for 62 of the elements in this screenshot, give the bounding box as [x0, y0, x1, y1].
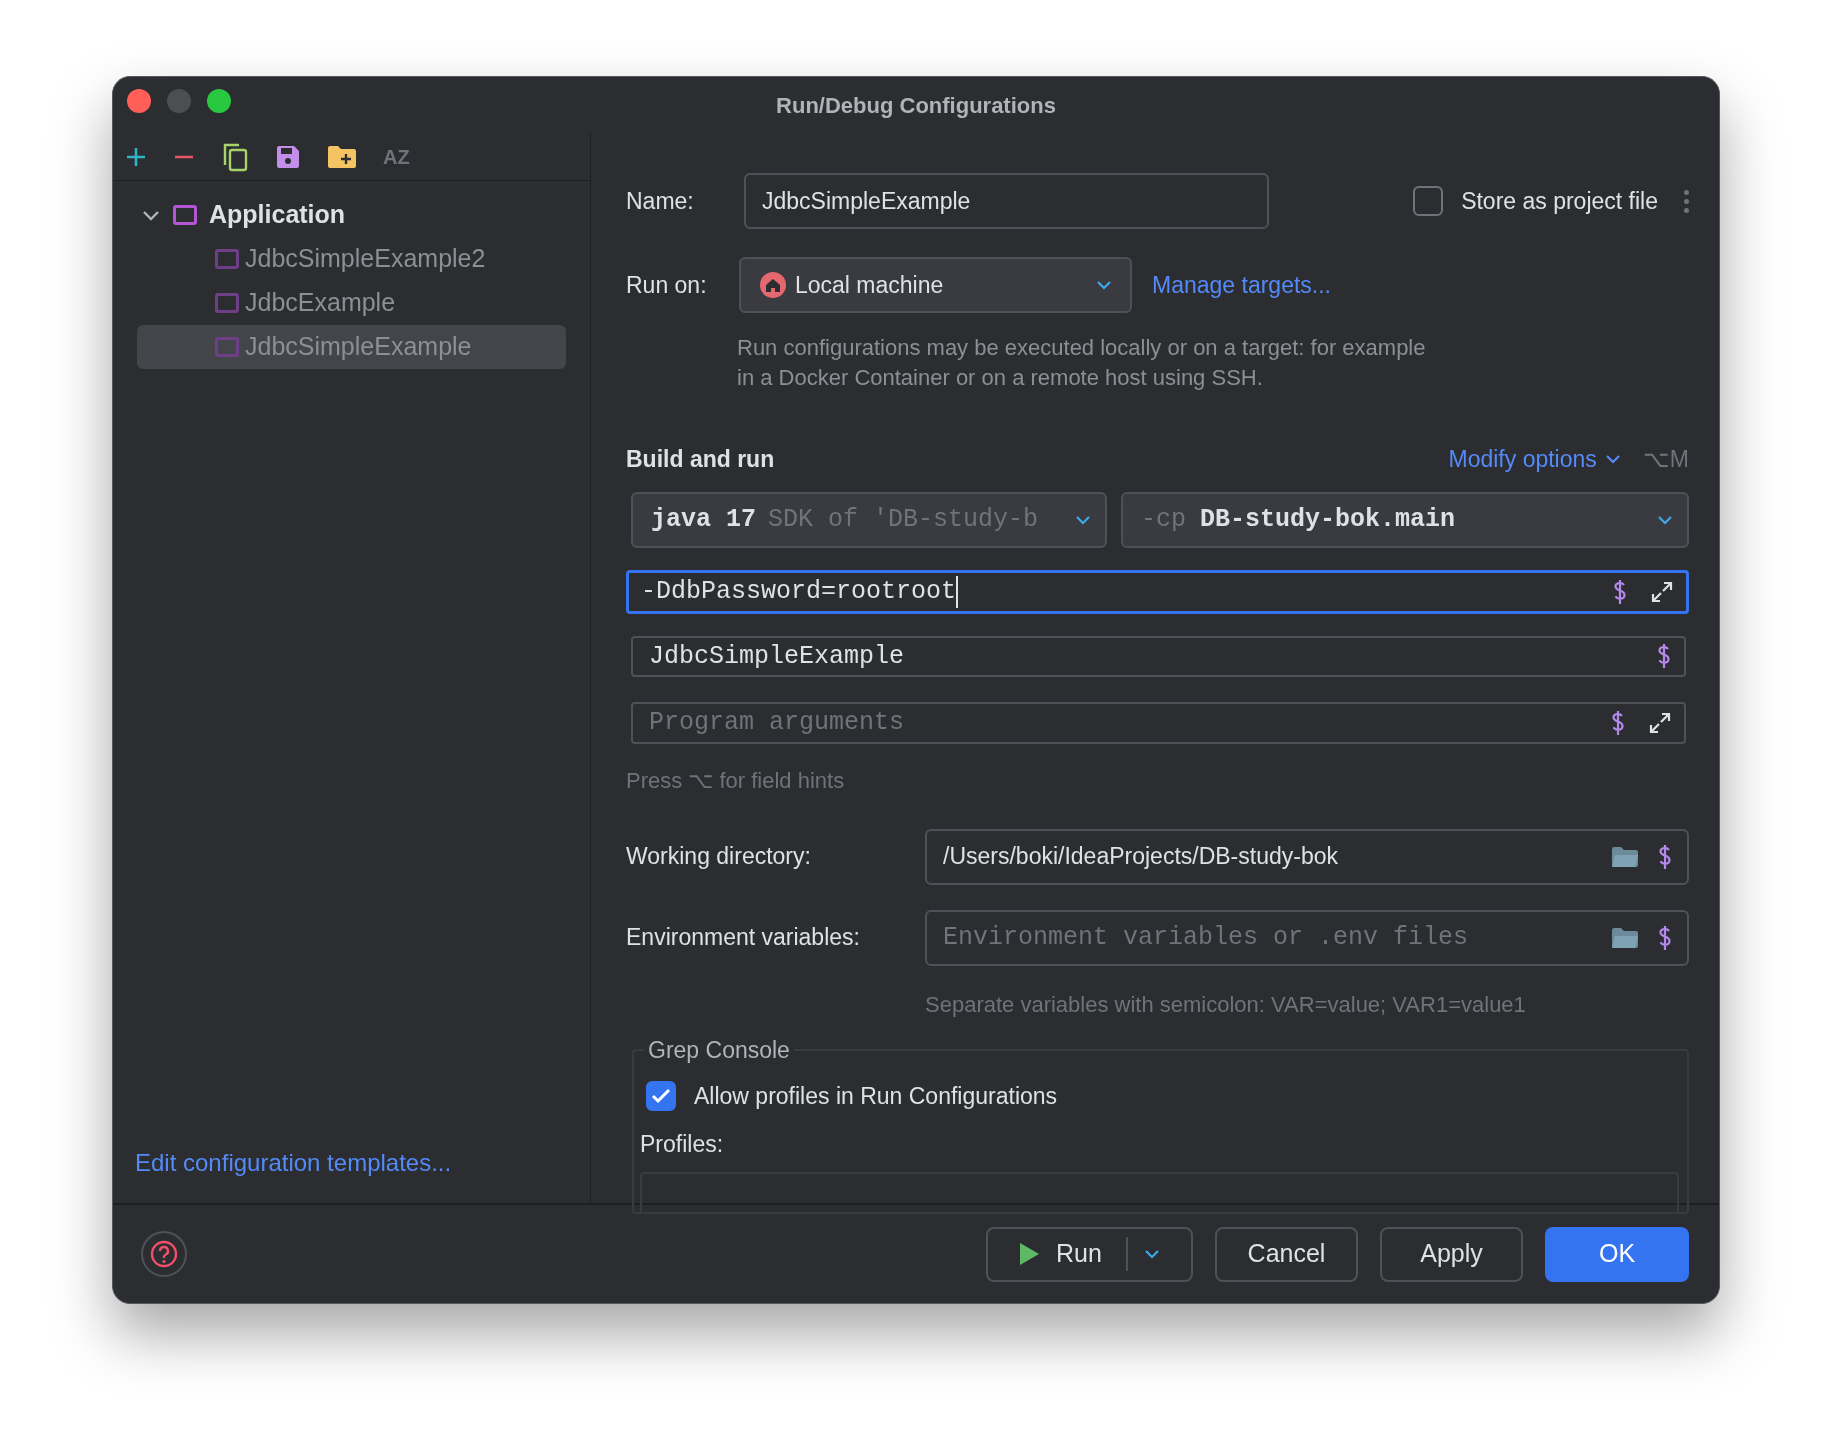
chevron-down-icon	[1075, 515, 1091, 525]
field-label: Name:	[626, 186, 695, 216]
main-class-field[interactable]: JdbcSimpleExample	[631, 635, 1686, 677]
chevron-down-icon	[1144, 1249, 1160, 1259]
copy-icon[interactable]	[221, 141, 249, 172]
name-field[interactable]: JdbcSimpleExample	[744, 173, 1269, 229]
chevron-down-icon	[1604, 454, 1621, 464]
field-label: Run on:	[626, 270, 708, 300]
classpath-dropdown[interactable]: -cp DB-study-bok.main	[1121, 492, 1689, 548]
expand-icon[interactable]	[1648, 710, 1672, 735]
chevron-down-icon	[1096, 280, 1112, 290]
ok-button[interactable]: OK	[1545, 1226, 1689, 1282]
run-button[interactable]: Run	[986, 1226, 1193, 1282]
help-text: Run configurations may be executed locally or on a target: for example in a Docker Container or on a remote host using SSH.	[737, 334, 1427, 392]
variable-icon[interactable]	[1657, 843, 1673, 870]
tree-item[interactable]: JdbcExample	[137, 281, 566, 325]
text-cursor	[956, 575, 959, 608]
dialog-button[interactable]: Cancel	[1215, 1226, 1358, 1282]
variable-icon[interactable]	[1610, 709, 1626, 736]
section-title: Build and run	[626, 444, 775, 474]
checkbox-label: Store as project file	[1461, 186, 1658, 216]
checkbox[interactable]	[646, 1080, 676, 1111]
edit-templates-link[interactable]: Edit configuration templates...	[113, 1145, 590, 1181]
close-button[interactable]	[127, 89, 151, 113]
application-icon	[215, 337, 239, 357]
shortcut-hint: ⌥M	[1642, 444, 1689, 474]
application-icon	[173, 205, 197, 225]
help-button[interactable]	[141, 1231, 187, 1277]
window-title: Run/Debug Configurations	[776, 91, 1056, 120]
more-icon[interactable]	[1684, 189, 1689, 213]
checkbox[interactable]	[1413, 186, 1444, 216]
run-on-dropdown[interactable]: Local machine	[739, 257, 1132, 313]
field-label: Environment variables:	[626, 923, 861, 953]
field-label: Profiles:	[640, 1130, 725, 1159]
tree-item[interactable]: JdbcSimpleExample2	[137, 237, 566, 281]
dialog-button[interactable]: Apply	[1380, 1226, 1523, 1282]
help-text: Separate variables with semicolon: VAR=value; VAR1=value1	[925, 990, 1527, 1019]
tree-item[interactable]: Application	[137, 193, 566, 237]
play-icon	[1018, 1242, 1040, 1266]
chevron-down-icon	[1657, 515, 1673, 525]
zoom-button[interactable]	[207, 89, 231, 113]
variable-icon[interactable]	[1612, 578, 1628, 605]
variable-icon[interactable]	[1656, 643, 1672, 670]
new-folder-icon[interactable]	[327, 144, 357, 169]
manage-targets-link[interactable]: Manage targets...	[1152, 267, 1331, 303]
question-icon	[150, 1240, 178, 1268]
add-icon[interactable]	[125, 145, 147, 168]
vm-options-field[interactable]: -DdbPassword=rootroot	[626, 570, 1689, 614]
expand-icon[interactable]	[1650, 579, 1674, 604]
application-icon	[215, 293, 239, 313]
save-icon[interactable]	[275, 143, 301, 170]
application-icon	[215, 249, 239, 269]
variable-icon[interactable]	[1657, 924, 1673, 951]
working-directory-field[interactable]: /Users/boki/IdeaProjects/DB-study-bok	[925, 828, 1689, 885]
home-icon	[759, 271, 787, 299]
modify-options-link[interactable]: Modify options	[1448, 441, 1621, 477]
folder-icon[interactable]	[1611, 845, 1639, 868]
sdk-dropdown[interactable]: java 17 SDK of 'DB-study-b	[631, 492, 1107, 548]
checkbox-label: Allow profiles in Run Configurations	[694, 1081, 1058, 1111]
field-label: Working directory:	[626, 842, 812, 872]
folder-icon[interactable]	[1611, 926, 1639, 949]
help-text: Press ⌥ for field hints	[626, 766, 846, 795]
